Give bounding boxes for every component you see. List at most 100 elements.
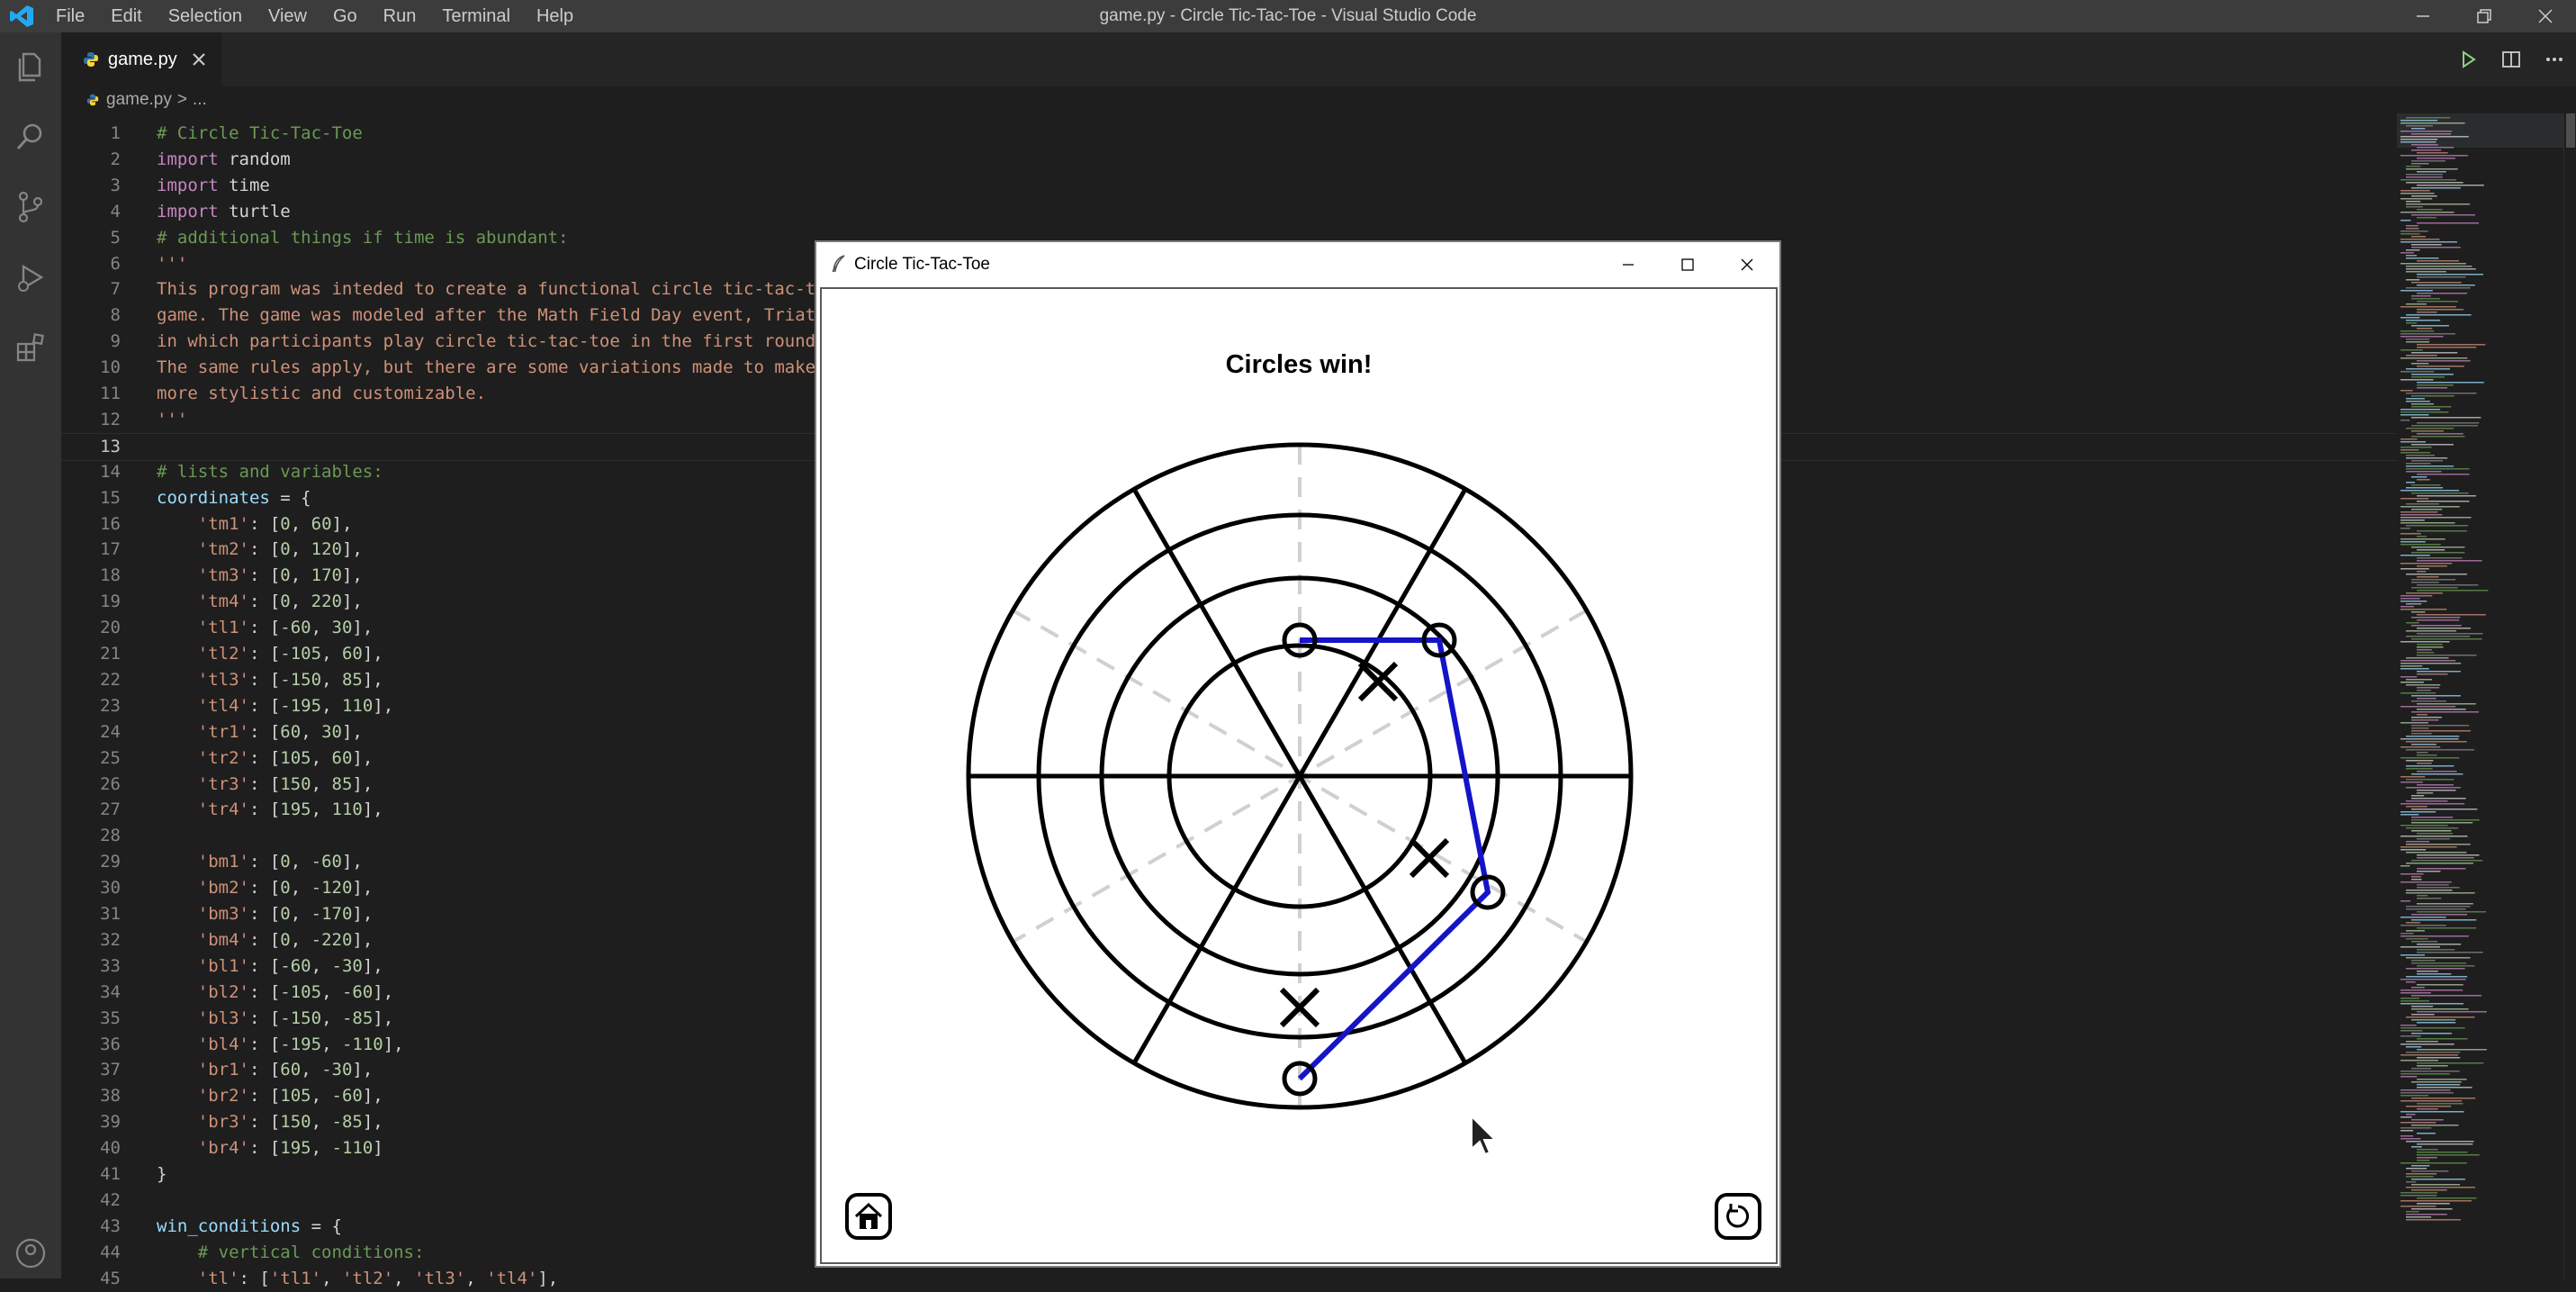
menu-go[interactable]: Go bbox=[333, 6, 357, 27]
turtle-close-button[interactable] bbox=[1716, 242, 1778, 287]
code-line[interactable]: 3 import time bbox=[61, 173, 2397, 199]
turtle-window-title: Circle Tic-Tac-Toe bbox=[854, 255, 990, 274]
minimap-line bbox=[2400, 1127, 2432, 1129]
code-token: -150 bbox=[280, 1007, 322, 1028]
home-icon bbox=[854, 1202, 883, 1229]
minimap-line bbox=[2406, 287, 2471, 289]
code-line[interactable]: 4 import turtle bbox=[61, 199, 2397, 225]
tab-game-py[interactable]: game.py bbox=[61, 32, 221, 86]
minimap-line bbox=[2417, 147, 2454, 149]
run-debug-icon[interactable] bbox=[13, 259, 49, 295]
code-token: ], bbox=[352, 904, 374, 924]
line-number: 34 bbox=[100, 981, 121, 1002]
minimap-line bbox=[2411, 395, 2454, 397]
search-icon[interactable] bbox=[13, 119, 49, 155]
minimap-line bbox=[2400, 263, 2466, 265]
extensions-icon[interactable] bbox=[13, 330, 49, 366]
restore-button[interactable] bbox=[2454, 0, 2515, 32]
code-line[interactable]: 45 'tl': ['tl1', 'tl2', 'tl3', 'tl4'], bbox=[61, 1266, 2397, 1292]
code-token: import bbox=[157, 149, 219, 169]
minimap-line bbox=[2417, 1108, 2438, 1110]
line-text: 'tl1': [-60, 30], bbox=[157, 615, 374, 641]
minimap-line bbox=[2411, 587, 2458, 589]
minimap-line bbox=[2400, 1135, 2414, 1137]
minimap-line bbox=[2411, 727, 2429, 729]
minimap-line bbox=[2411, 133, 2452, 135]
minimap-line bbox=[2400, 935, 2469, 937]
explorer-icon[interactable] bbox=[13, 49, 49, 85]
line-number: 8 bbox=[110, 305, 121, 326]
menu-help[interactable]: Help bbox=[536, 6, 573, 27]
accounts-icon[interactable] bbox=[13, 1235, 49, 1271]
breadcrumb-file[interactable]: game.py bbox=[106, 90, 172, 110]
minimap-line bbox=[2400, 1130, 2414, 1132]
code-token: , bbox=[290, 539, 311, 560]
minimap-line bbox=[2406, 225, 2418, 227]
minimize-button[interactable] bbox=[2392, 0, 2454, 32]
line-number: 2 bbox=[110, 149, 121, 169]
code-token: 195 bbox=[280, 800, 311, 820]
line-number: 6 bbox=[110, 253, 121, 274]
turtle-title-bar[interactable]: Circle Tic-Tac-Toe bbox=[816, 242, 1779, 287]
turtle-canvas[interactable]: Circles win! bbox=[820, 287, 1778, 1264]
home-button[interactable] bbox=[845, 1193, 892, 1240]
turtle-minimize-button[interactable] bbox=[1598, 242, 1659, 287]
minimap-line bbox=[2411, 195, 2437, 197]
line-text: 'br2': [105, -60], bbox=[157, 1083, 383, 1109]
minimap-line bbox=[2400, 541, 2426, 543]
menu-run[interactable]: Run bbox=[383, 6, 417, 27]
source-control-icon[interactable] bbox=[13, 189, 49, 225]
code-line[interactable]: 1 # Circle Tic-Tac-Toe bbox=[61, 121, 2397, 147]
minimap-line bbox=[2417, 649, 2432, 651]
minimap-line bbox=[2411, 717, 2442, 718]
line-number: 41 bbox=[100, 1164, 121, 1184]
code-token: , bbox=[311, 1112, 332, 1133]
line-text: coordinates = { bbox=[157, 485, 311, 511]
minimap-line bbox=[2406, 125, 2433, 127]
minimap-line bbox=[2411, 509, 2443, 510]
breadcrumb-symbols[interactable]: ... bbox=[193, 90, 207, 110]
split-editor-icon bbox=[2502, 51, 2520, 68]
minimap-line bbox=[2400, 568, 2429, 570]
scrollbar-thumb[interactable] bbox=[2566, 113, 2575, 148]
minimap[interactable] bbox=[2397, 113, 2563, 1278]
python-file-icon bbox=[86, 94, 99, 106]
minimap-line bbox=[2406, 574, 2468, 575]
line-number: 27 bbox=[100, 800, 121, 820]
line-text: 'tr4': [195, 110], bbox=[157, 797, 383, 823]
line-number: 33 bbox=[100, 955, 121, 976]
code-token: ], bbox=[362, 1086, 383, 1107]
code-line[interactable]: 2 import random bbox=[61, 147, 2397, 173]
minimap-line bbox=[2406, 1216, 2432, 1218]
line-text: import turtle bbox=[157, 199, 291, 225]
line-text: import random bbox=[157, 147, 291, 173]
split-editor-button[interactable] bbox=[2490, 32, 2533, 86]
code-token: ''' bbox=[157, 253, 188, 274]
minimap-line bbox=[2417, 260, 2459, 262]
run-python-file-button[interactable] bbox=[2446, 32, 2490, 86]
turtle-maximize-button[interactable] bbox=[1657, 242, 1718, 287]
close-tab-icon[interactable] bbox=[189, 50, 209, 69]
code-token: ], bbox=[352, 1060, 374, 1080]
menu-terminal[interactable]: Terminal bbox=[442, 6, 510, 27]
menu-file[interactable]: File bbox=[56, 6, 85, 27]
minimap-line bbox=[2411, 295, 2431, 297]
activity-bar bbox=[0, 32, 61, 1278]
code-token: ], bbox=[341, 852, 363, 872]
vertical-scrollbar[interactable] bbox=[2563, 113, 2576, 1278]
minimap-line bbox=[2411, 1165, 2430, 1167]
line-number: 4 bbox=[110, 201, 121, 221]
more-actions-button[interactable] bbox=[2533, 32, 2576, 86]
minimap-line bbox=[2400, 498, 2429, 500]
game-board[interactable] bbox=[822, 289, 1776, 1262]
minimap-line bbox=[2417, 217, 2436, 219]
minimap-line bbox=[2400, 447, 2432, 448]
menu-selection[interactable]: Selection bbox=[168, 6, 242, 27]
menu-edit[interactable]: Edit bbox=[111, 6, 141, 27]
restart-button[interactable] bbox=[1715, 1193, 1761, 1240]
menu-view[interactable]: View bbox=[268, 6, 307, 27]
close-window-button[interactable] bbox=[2515, 0, 2576, 32]
